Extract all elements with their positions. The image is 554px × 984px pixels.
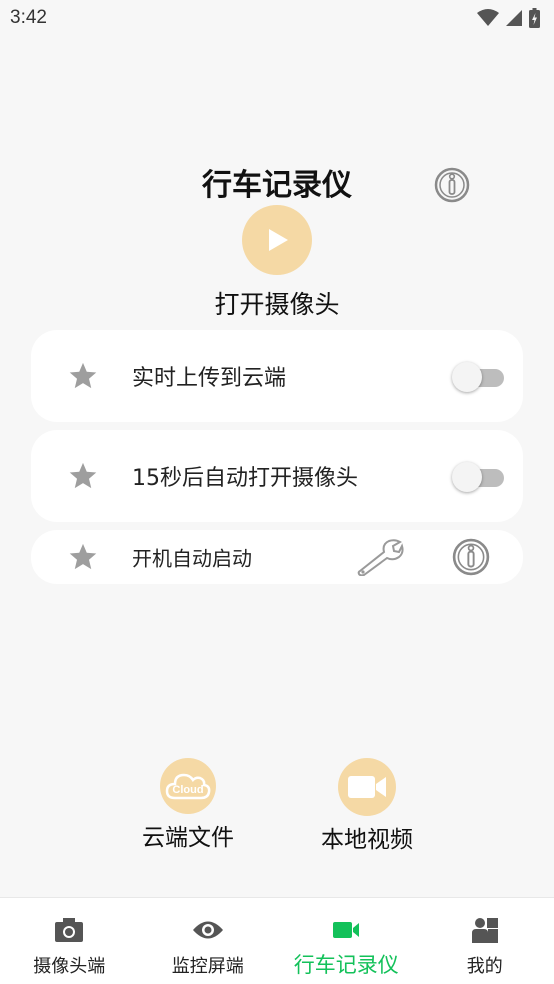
setting-label: 开机自动启动 <box>132 546 252 571</box>
setting-label: 15秒后自动打开摄像头 <box>132 466 358 491</box>
user-icon <box>471 918 498 943</box>
cloud-upload-toggle[interactable] <box>452 361 504 392</box>
open-camera-button[interactable] <box>242 205 312 275</box>
tab-camera[interactable]: 摄像头端 <box>0 898 139 984</box>
cloud-files-button[interactable]: Cloud 云端文件 <box>128 758 248 852</box>
status-time: 3:42 <box>10 7 47 28</box>
star-icon <box>69 543 97 570</box>
status-bar: 3:42 <box>0 0 554 36</box>
tab-label: 我的 <box>466 956 503 977</box>
toggle-knob <box>452 462 482 492</box>
star-icon <box>69 362 97 389</box>
tab-label: 监控屏端 <box>171 956 244 977</box>
video-camera-icon <box>333 922 360 938</box>
page-title: 行车记录仪 <box>202 168 352 203</box>
tab-monitor[interactable]: 监控屏端 <box>139 898 278 984</box>
setting-card-cloud-upload: 实时上传到云端 <box>31 330 523 422</box>
cloud-files-label: 云端文件 <box>142 825 234 851</box>
tab-label: 摄像头端 <box>33 956 106 977</box>
local-videos-label: 本地视频 <box>321 827 413 853</box>
tab-dashcam[interactable]: 行车记录仪 <box>277 898 416 984</box>
auto-open-camera-toggle[interactable] <box>452 461 504 492</box>
eye-icon <box>192 921 223 939</box>
boot-start-info-button[interactable] <box>452 538 490 576</box>
wifi-icon <box>477 9 499 26</box>
wrench-icon <box>357 539 404 577</box>
info-icon <box>434 167 470 203</box>
status-icons <box>477 8 540 28</box>
svg-text:Cloud: Cloud <box>172 784 203 796</box>
bottom-tab-bar: 摄像头端 监控屏端 行车记录仪 我的 <box>0 897 554 984</box>
battery-icon <box>529 8 540 28</box>
signal-icon <box>506 10 522 26</box>
star-icon <box>69 462 97 489</box>
tab-label: 行车记录仪 <box>293 953 399 977</box>
setting-card-auto-open-camera: 15秒后自动打开摄像头 <box>31 430 523 522</box>
cloud-icon-circle: Cloud <box>160 758 216 814</box>
video-icon-circle <box>338 758 396 816</box>
camera-icon <box>55 918 84 942</box>
setting-card-boot-start: 开机自动启动 <box>31 530 523 584</box>
boot-start-settings-button[interactable] <box>356 538 404 577</box>
cloud-icon: Cloud <box>165 773 211 800</box>
video-camera-icon <box>348 776 386 798</box>
local-videos-button[interactable]: 本地视频 <box>307 758 427 854</box>
open-camera-label: 打开摄像头 <box>214 290 340 319</box>
info-icon <box>452 538 490 576</box>
info-button[interactable] <box>434 167 470 203</box>
tab-mine[interactable]: 我的 <box>416 898 554 984</box>
setting-label: 实时上传到云端 <box>132 366 287 391</box>
toggle-knob <box>452 362 482 392</box>
play-icon <box>269 229 288 251</box>
